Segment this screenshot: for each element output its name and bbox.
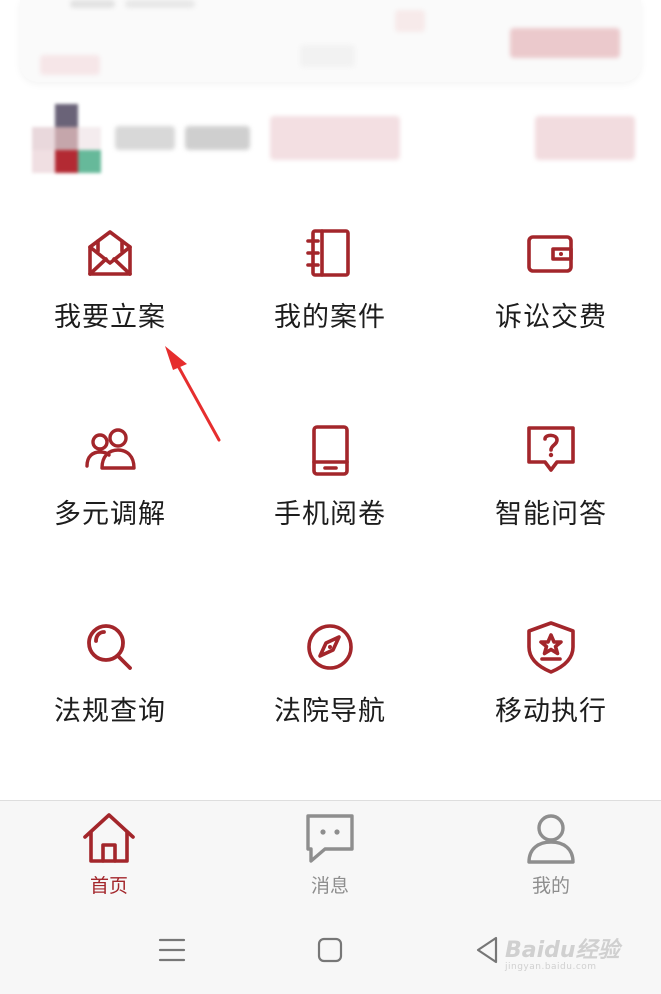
tablet-icon bbox=[312, 425, 349, 476]
home-square-icon[interactable] bbox=[310, 930, 350, 970]
grid-item-label: 智能问答 bbox=[495, 499, 607, 530]
grid-item-label: 我的案件 bbox=[274, 302, 386, 333]
avatar bbox=[32, 104, 102, 174]
blurred-username bbox=[115, 126, 175, 150]
home-icon bbox=[83, 813, 135, 863]
person-icon bbox=[527, 814, 575, 864]
watermark-brand: Baidu bbox=[505, 938, 576, 963]
watermark-suffix: 经验 bbox=[575, 938, 620, 963]
users-icon bbox=[85, 428, 136, 470]
user-info-row[interactable] bbox=[0, 98, 661, 180]
wallet-icon bbox=[527, 235, 573, 273]
tab-label: 消息 bbox=[310, 875, 349, 897]
blurred-text bbox=[125, 0, 195, 8]
shield-star-icon bbox=[527, 621, 575, 674]
question-bubble-icon bbox=[527, 426, 575, 472]
tab-home[interactable]: 首页 bbox=[39, 811, 179, 906]
annotation-arrow-icon bbox=[165, 346, 221, 442]
blurred-badge bbox=[270, 116, 400, 160]
compass-icon bbox=[307, 624, 353, 670]
tab-messages[interactable]: 消息 bbox=[260, 811, 400, 906]
blurred-text bbox=[300, 45, 355, 67]
blurred-text bbox=[395, 10, 425, 32]
grid-item-label: 移动执行 bbox=[495, 696, 607, 727]
envelope-icon bbox=[88, 230, 132, 276]
blurred-button[interactable] bbox=[535, 116, 635, 160]
blurred-button[interactable] bbox=[510, 28, 620, 58]
grid-item-label: 法规查询 bbox=[54, 696, 166, 727]
message-icon bbox=[306, 814, 354, 863]
grid-item-litigation-fee[interactable]: 诉讼交费 bbox=[441, 200, 661, 390]
notebook-icon bbox=[306, 229, 350, 277]
grid-item-my-cases[interactable]: 我的案件 bbox=[220, 200, 440, 390]
back-triangle-icon[interactable] bbox=[468, 930, 508, 970]
grid-item-mobile-reading[interactable]: 手机阅卷 bbox=[220, 397, 440, 587]
blurred-text bbox=[40, 55, 100, 75]
blurred-username bbox=[185, 126, 250, 150]
tab-label: 首页 bbox=[89, 875, 128, 897]
watermark: Baidu经验 jingyan.baidu.com bbox=[505, 932, 630, 980]
function-grid: 我要立案 我的案件 诉讼交费 多元调解 手机阅卷 智能问答 法规查询 法院导航 … bbox=[0, 200, 661, 800]
bottom-tab-bar: 首页 消息 我的 bbox=[0, 800, 661, 910]
grid-item-law-search[interactable]: 法规查询 bbox=[0, 594, 220, 784]
grid-item-label: 手机阅卷 bbox=[274, 499, 386, 530]
grid-item-court-navigation[interactable]: 法院导航 bbox=[220, 594, 440, 784]
grid-item-label: 多元调解 bbox=[54, 499, 166, 530]
grid-item-smart-qa[interactable]: 智能问答 bbox=[441, 397, 661, 587]
grid-item-mobile-execution[interactable]: 移动执行 bbox=[441, 594, 661, 784]
grid-item-label: 我要立案 bbox=[54, 302, 166, 333]
search-icon bbox=[87, 624, 132, 670]
menu-icon[interactable] bbox=[152, 930, 192, 970]
grid-item-label: 诉讼交费 bbox=[495, 302, 607, 333]
tab-me[interactable]: 我的 bbox=[481, 811, 621, 906]
grid-item-label: 法院导航 bbox=[274, 696, 386, 727]
tab-label: 我的 bbox=[531, 875, 570, 897]
blurred-text bbox=[70, 0, 115, 8]
